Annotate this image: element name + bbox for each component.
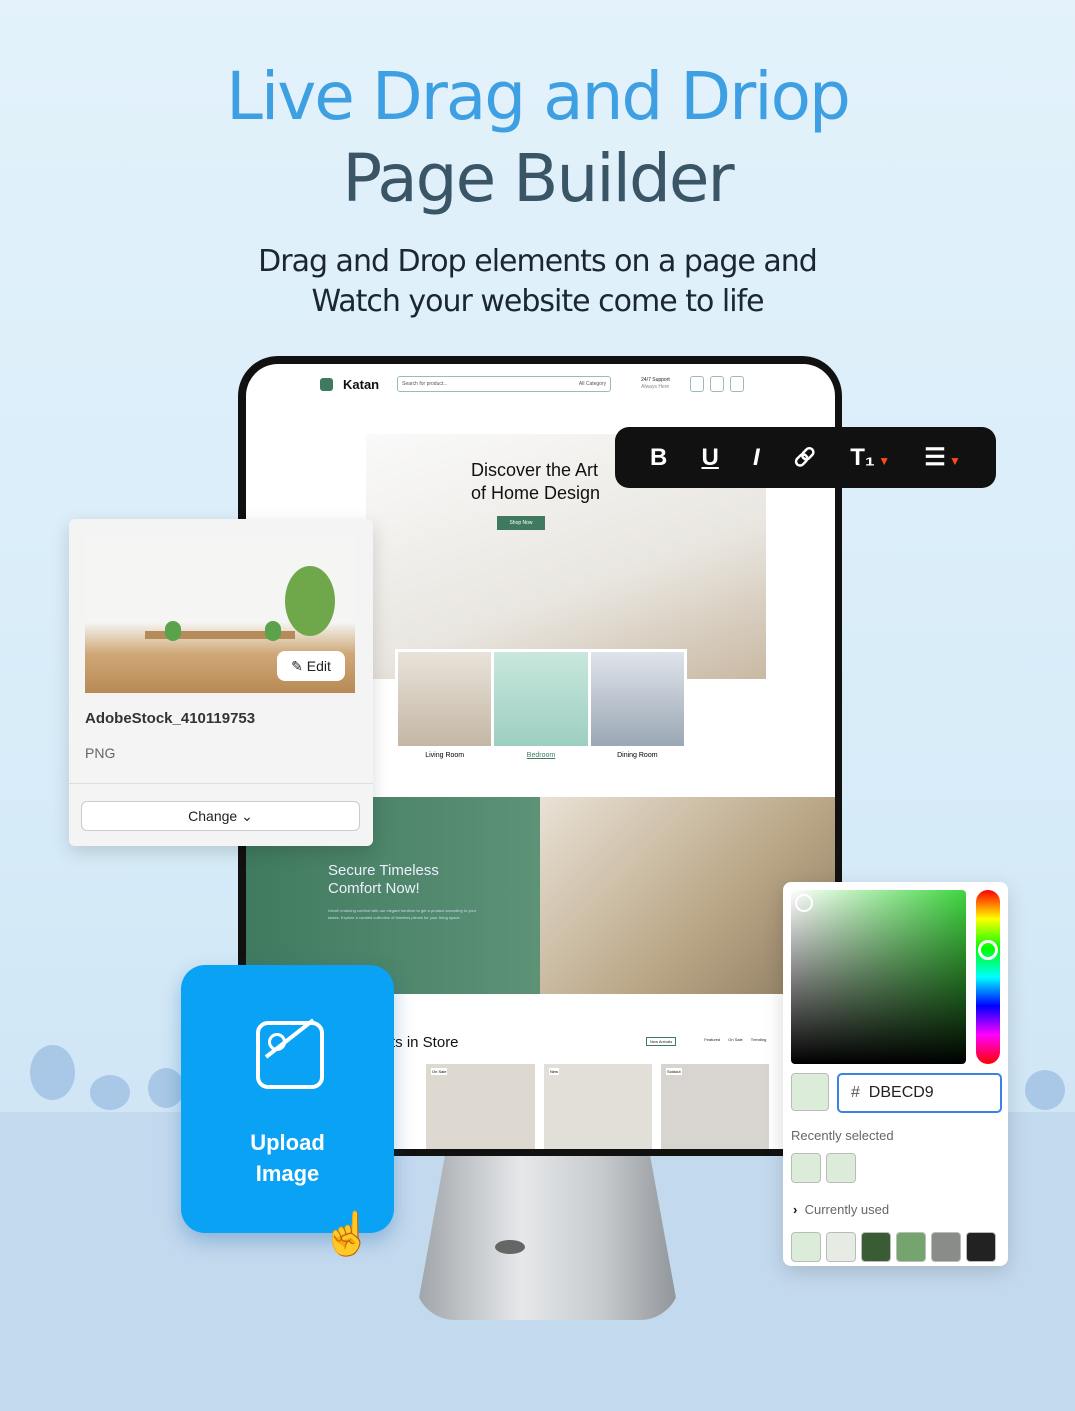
wishlist-icon[interactable]	[709, 376, 724, 392]
color-swatch[interactable]	[791, 1232, 821, 1262]
compare-icon[interactable]	[729, 376, 744, 392]
tab-on-sale[interactable]: On Sale	[728, 1037, 742, 1046]
subtitle-line2: Watch your website come to life	[311, 284, 764, 319]
tab-new-arrivals[interactable]: New Arrivals	[646, 1037, 677, 1046]
support-info: 24/7 Support Always Here	[641, 377, 670, 390]
tree-decoration	[148, 1068, 184, 1108]
color-swatch[interactable]	[826, 1153, 856, 1183]
image-icon	[256, 1018, 324, 1089]
used-swatches	[791, 1232, 996, 1262]
product-card[interactable]: New	[544, 1064, 652, 1149]
recently-selected-label: Recently selected	[791, 1128, 894, 1143]
tree-decoration	[90, 1075, 130, 1110]
room-dining[interactable]: Dining Room	[590, 652, 684, 759]
currently-used-toggle[interactable]: › Currently used	[793, 1202, 889, 1217]
link-icon[interactable]: 🔗	[794, 447, 816, 468]
color-swatch[interactable]	[826, 1232, 856, 1262]
subtitle-line1: Drag and Drop elements on a page and	[258, 244, 818, 279]
text-format-toolbar: B U I 🔗 T₁ ▼ ☰ ▼	[615, 427, 996, 488]
image-filename: AdobeStock_410119753	[85, 710, 256, 727]
color-preview	[791, 1073, 829, 1111]
hue-handle[interactable]	[978, 940, 998, 960]
divider	[69, 783, 373, 784]
image-settings-card: ✎ Edit AdobeStock_410119753 PNG Change ⌄	[69, 519, 373, 846]
color-picker: # DBECD9 Recently selected › Currently u…	[783, 882, 1008, 1266]
products-title: ts in Store	[391, 1034, 459, 1051]
search-placeholder: Search for product...	[402, 381, 448, 387]
menu-icon[interactable]	[320, 377, 333, 391]
recent-swatches	[791, 1153, 856, 1183]
upload-label: Upload Image	[250, 1130, 325, 1186]
site-hero-heading: Discover the Art of Home Design	[471, 460, 601, 503]
banner-title: Secure Timeless Comfort Now!	[328, 862, 439, 897]
tab-featured[interactable]: Featured	[704, 1037, 720, 1046]
saturation-handle[interactable]	[795, 894, 813, 912]
site-search[interactable]: Search for product... All Category	[397, 376, 612, 392]
tree-decoration	[1025, 1070, 1065, 1110]
text-size-icon[interactable]: T₁ ▼	[850, 444, 890, 472]
list-icon[interactable]: ☰ ▼	[924, 443, 961, 472]
color-swatch[interactable]	[966, 1232, 996, 1262]
image-filetype: PNG	[85, 745, 116, 761]
italic-icon[interactable]: I	[753, 444, 760, 472]
color-swatch[interactable]	[896, 1232, 926, 1262]
room-living[interactable]: Living Room	[398, 652, 492, 759]
color-swatch[interactable]	[791, 1153, 821, 1183]
upload-image-button[interactable]: Upload Image ☝	[181, 965, 394, 1257]
change-button[interactable]: Change ⌄	[81, 801, 360, 831]
hand-cursor-icon: ☝	[321, 1210, 374, 1257]
hue-slider[interactable]	[976, 890, 1000, 1064]
color-swatch[interactable]	[861, 1232, 891, 1262]
headline-line1: Live Drag and Driop	[226, 58, 851, 135]
tree-decoration	[30, 1045, 75, 1100]
cart-icon[interactable]	[689, 376, 704, 392]
tab-trending[interactable]: Trending	[751, 1037, 767, 1046]
product-tabs: New Arrivals Featured On Sale Trending	[646, 1037, 766, 1046]
color-swatch[interactable]	[931, 1232, 961, 1262]
bold-icon[interactable]: B	[650, 444, 667, 472]
room-categories: Living Room Bedroom Dining Room	[395, 649, 687, 759]
hex-input[interactable]: # DBECD9	[837, 1073, 1002, 1113]
saturation-area[interactable]	[791, 890, 966, 1064]
product-card[interactable]: On Sale	[426, 1064, 535, 1149]
edit-button[interactable]: ✎ Edit	[277, 651, 345, 681]
product-card[interactable]: Soldout	[661, 1064, 769, 1149]
headline-line2: Page Builder	[342, 140, 734, 217]
banner-text: Unveil enduring comfort with our elegant…	[328, 908, 477, 920]
category-select[interactable]: All Category	[579, 381, 606, 387]
shop-now-button[interactable]: Shop Now	[497, 516, 545, 530]
tablet-stand	[415, 1145, 680, 1320]
room-bedroom[interactable]: Bedroom	[494, 652, 588, 759]
underline-icon[interactable]: U	[702, 444, 719, 472]
site-header: Katan Search for product... All Category …	[246, 364, 835, 404]
site-logo: Katan	[343, 376, 380, 392]
subtitle: Drag and Drop elements on a page and Watc…	[0, 242, 1075, 322]
